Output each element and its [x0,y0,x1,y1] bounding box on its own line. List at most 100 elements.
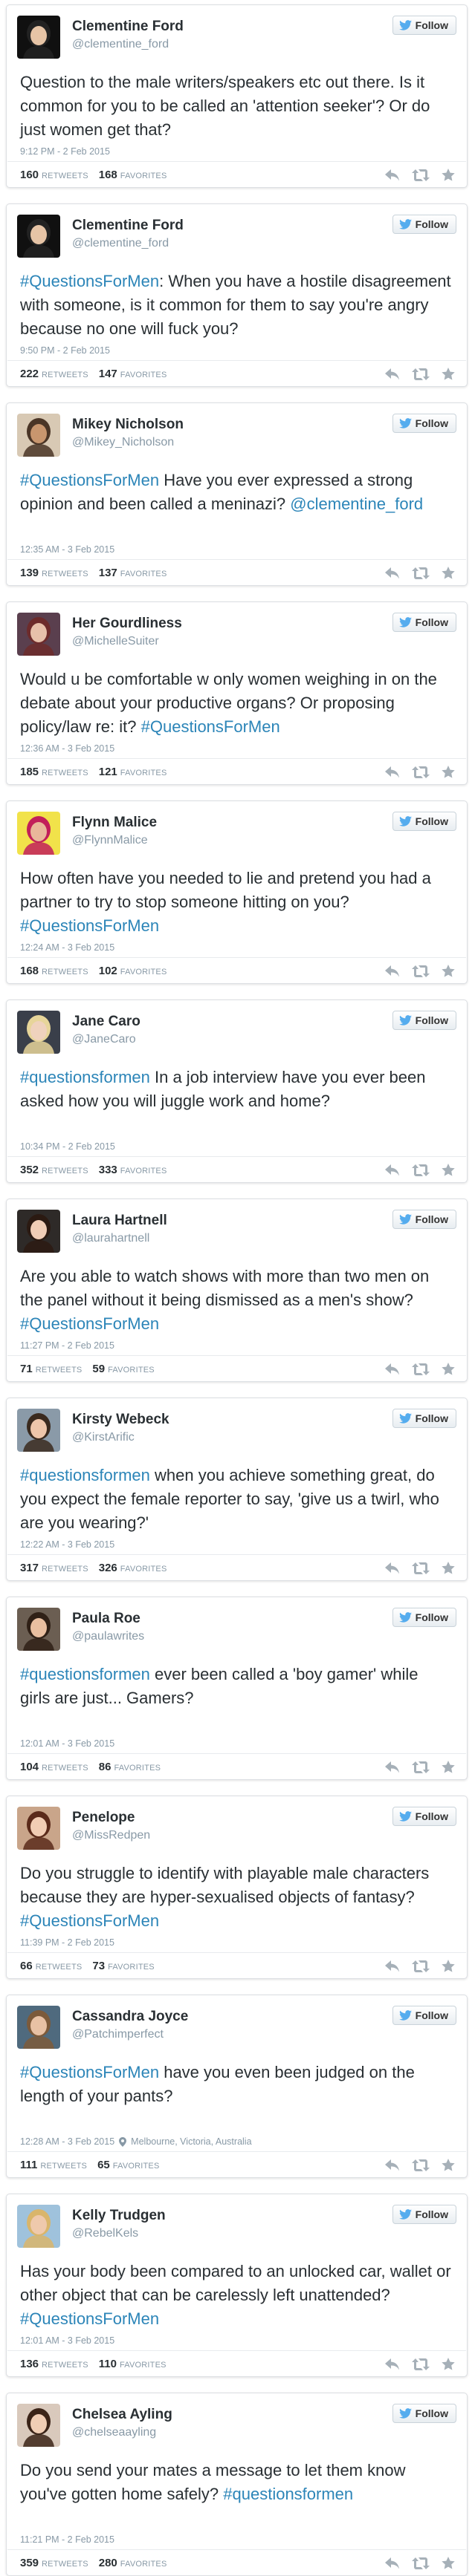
hashtag-link[interactable]: #questionsformen [223,2485,353,2503]
avatar[interactable] [17,1210,60,1253]
tweet-card[interactable]: Penelope @MissRedpen Follow Do you struggle… [6,1796,468,1979]
retweet-icon[interactable] [412,2557,430,2569]
follow-button[interactable]: Follow [392,16,456,35]
follow-button[interactable]: Follow [392,1807,456,1826]
favorite-icon[interactable] [442,1562,455,1574]
tweet-card[interactable]: Clementine Ford @clementine_ford Follow #Qu… [6,203,468,387]
retweet-icon[interactable] [412,766,430,778]
author-handle[interactable]: @laurahartnell [72,1232,149,1245]
tweet-card[interactable]: Cassandra Joyce @Patchimperfect Follow #Que… [6,1995,468,2178]
tweet-card[interactable]: Kirsty Webeck @KirstArific Follow #question… [6,1398,468,1581]
retweet-count[interactable]: 139 [20,567,39,579]
avatar[interactable] [17,2006,60,2049]
follow-button[interactable]: Follow [392,1409,456,1428]
hashtag-link[interactable]: #QuestionsForMen [141,717,280,736]
favorite-count[interactable]: 168 [99,169,117,181]
hashtag-link[interactable]: #QuestionsForMen [20,2309,159,2328]
favorite-icon[interactable] [442,2358,455,2370]
author-handle[interactable]: @MissRedpen [72,1829,150,1842]
favorite-count[interactable]: 110 [99,2358,117,2370]
author-handle[interactable]: @chelseaayling [72,2426,156,2439]
follow-button[interactable]: Follow [392,215,456,234]
reply-icon[interactable] [385,2557,400,2569]
retweet-icon[interactable] [412,567,430,579]
author-handle[interactable]: @clementine_ford [72,237,169,250]
favorite-count[interactable]: 59 [92,1363,105,1375]
author-name[interactable]: Chelsea Ayling [72,2407,172,2423]
author-handle[interactable]: @FlynnMalice [72,834,148,847]
favorite-icon[interactable] [442,169,455,181]
author-name[interactable]: Jane Caro [72,1014,140,1030]
tweet-timestamp[interactable]: 11:27 PM - 2 Feb 2015 [20,1340,114,1351]
author-name[interactable]: Kirsty Webeck [72,1412,169,1428]
retweet-count[interactable]: 352 [20,1164,39,1176]
retweet-icon[interactable] [412,368,430,380]
tweet-timestamp[interactable]: 11:39 PM - 2 Feb 2015 [20,1937,114,1948]
reply-icon[interactable] [385,368,400,380]
tweet-timestamp[interactable]: 12:36 AM - 3 Feb 2015 [20,743,114,754]
retweet-count[interactable]: 66 [20,1960,33,1972]
retweet-count[interactable]: 359 [20,2557,39,2569]
favorite-count[interactable]: 333 [99,1164,117,1176]
tweet-card[interactable]: Her Gourdliness @MichelleSuiter Follow Woul… [6,601,468,785]
author-name[interactable]: Mikey Nicholson [72,417,184,433]
hashtag-link[interactable]: #questionsformen [20,1068,150,1086]
favorite-count[interactable]: 65 [97,2159,110,2171]
tweet-card[interactable]: Jane Caro @JaneCaro Follow #questionsformen… [6,1000,468,1183]
author-name[interactable]: Paula Roe [72,1611,140,1627]
author-name[interactable]: Clementine Ford [72,218,184,234]
favorite-icon[interactable] [442,1960,455,1972]
follow-button[interactable]: Follow [392,2404,456,2423]
hashtag-link[interactable]: #QuestionsForMen [20,916,159,935]
tweet-timestamp[interactable]: 12:28 AM - 3 Feb 2015 [20,2136,114,2147]
favorite-icon[interactable] [442,1164,455,1176]
reply-icon[interactable] [385,965,400,977]
reply-icon[interactable] [385,2358,400,2370]
favorite-count[interactable]: 86 [99,1761,112,1773]
retweet-icon[interactable] [412,2159,430,2171]
reply-icon[interactable] [385,2159,400,2171]
avatar[interactable] [17,16,60,59]
follow-button[interactable]: Follow [392,414,456,433]
retweet-icon[interactable] [412,1761,430,1773]
hashtag-link[interactable]: #QuestionsForMen [20,1911,159,1930]
author-handle[interactable]: @RebelKels [72,2227,138,2240]
tweet-card[interactable]: Clementine Ford @clementine_ford Follow Que… [6,4,468,188]
avatar[interactable] [17,1011,60,1054]
author-name[interactable]: Penelope [72,1810,135,1826]
favorite-count[interactable]: 73 [92,1960,105,1972]
reply-icon[interactable] [385,567,400,579]
author-handle[interactable]: @MichelleSuiter [72,635,159,648]
avatar[interactable] [17,414,60,457]
retweet-count[interactable]: 136 [20,2358,39,2370]
favorite-count[interactable]: 121 [99,766,117,778]
favorite-count[interactable]: 326 [99,1562,117,1574]
avatar[interactable] [17,1807,60,1850]
author-handle[interactable]: @KirstArific [72,1431,135,1444]
mention-link[interactable]: @clementine_ford [290,495,423,513]
tweet-timestamp[interactable]: 10:34 PM - 2 Feb 2015 [20,1141,115,1152]
hashtag-link[interactable]: #QuestionsForMen [20,272,159,290]
retweet-icon[interactable] [412,2358,430,2370]
hashtag-link[interactable]: #questionsformen [20,1466,150,1484]
avatar[interactable] [17,812,60,855]
tweet-card[interactable]: Paula Roe @paulawrites Follow #questionsfor… [6,1597,468,1780]
author-name[interactable]: Cassandra Joyce [72,2009,188,2025]
tweet-timestamp[interactable]: 12:01 AM - 3 Feb 2015 [20,1738,114,1749]
reply-icon[interactable] [385,1363,400,1375]
retweet-count[interactable]: 71 [20,1363,33,1375]
tweet-timestamp[interactable]: 11:21 PM - 2 Feb 2015 [20,2534,114,2545]
avatar[interactable] [17,215,60,258]
hashtag-link[interactable]: #QuestionsForMen [20,1314,159,1333]
author-name[interactable]: Laura Hartnell [72,1213,167,1229]
tweet-location[interactable]: Melbourne, Victoria, Australia [131,2136,251,2147]
tweet-timestamp[interactable]: 12:24 AM - 3 Feb 2015 [20,942,114,953]
author-handle[interactable]: @clementine_ford [72,38,169,51]
follow-button[interactable]: Follow [392,2006,456,2025]
avatar[interactable] [17,1608,60,1651]
follow-button[interactable]: Follow [392,613,456,632]
retweet-count[interactable]: 222 [20,368,39,380]
retweet-count[interactable]: 185 [20,766,39,778]
author-name[interactable]: Clementine Ford [72,19,184,35]
reply-icon[interactable] [385,1960,400,1972]
